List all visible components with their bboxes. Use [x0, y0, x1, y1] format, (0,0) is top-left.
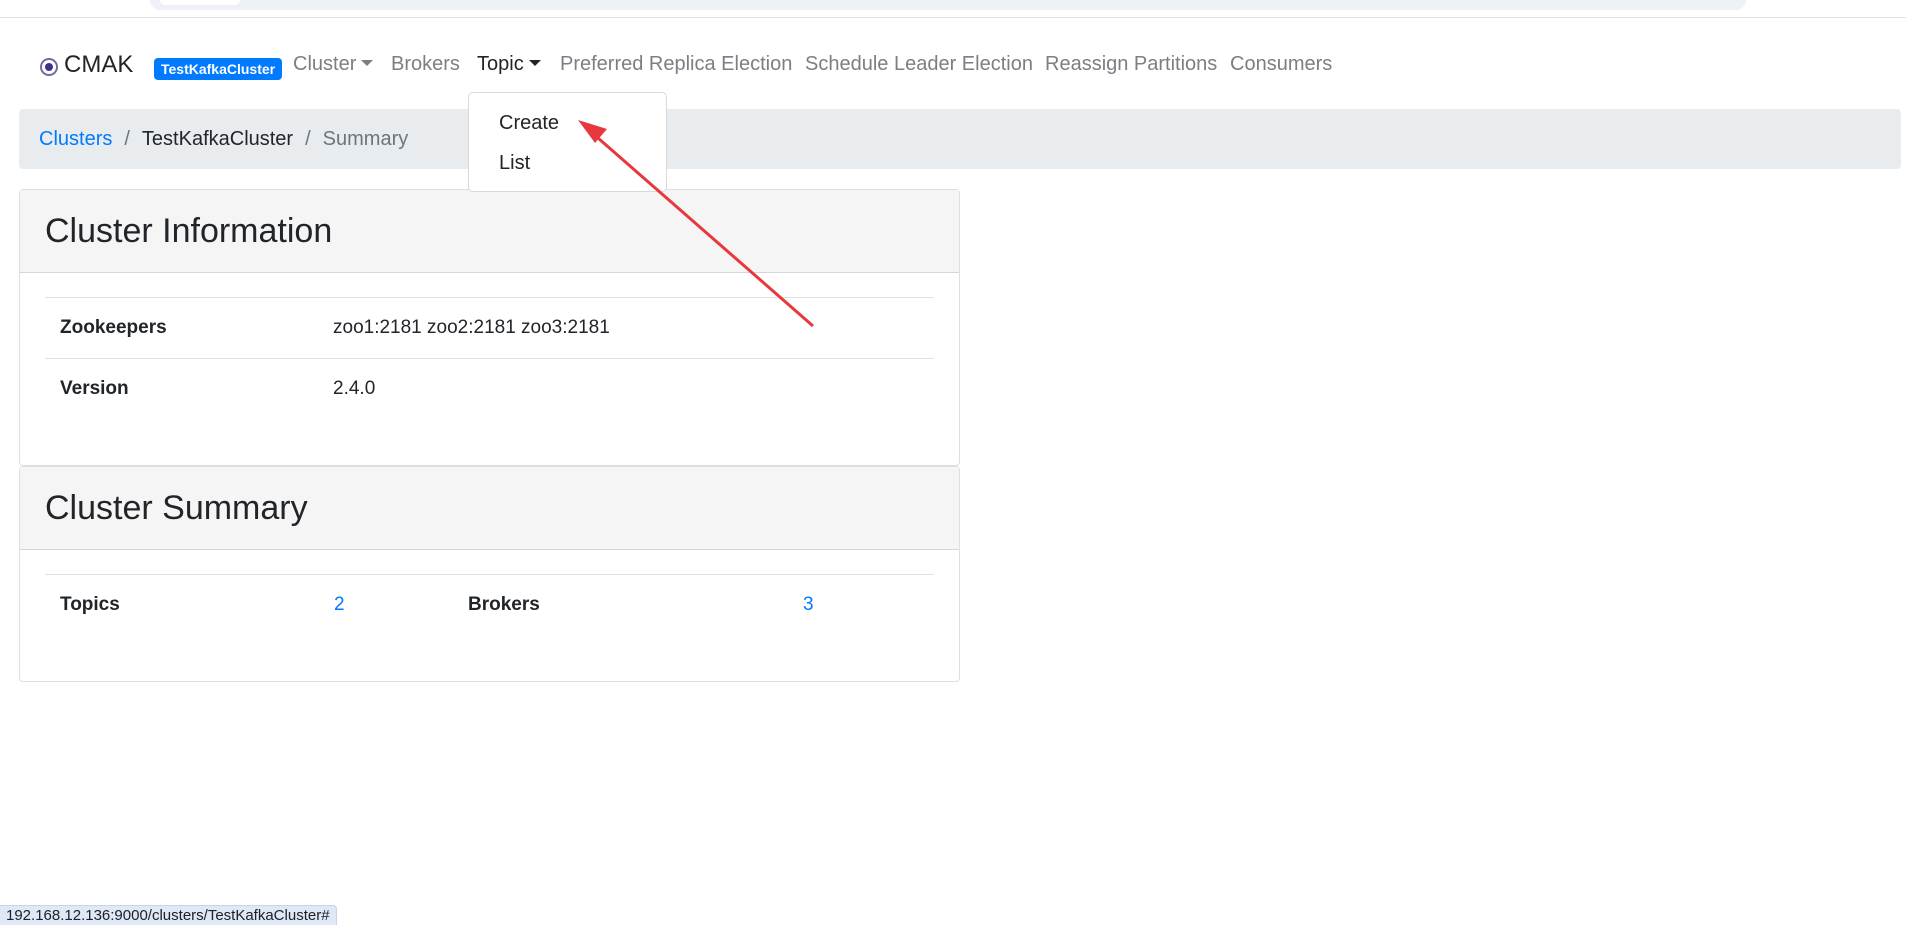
table-row: Zookeepers zoo1:2181 zoo2:2181 zoo3:2181: [45, 297, 934, 358]
nav-preferred-replica-election[interactable]: Preferred Replica Election: [560, 53, 792, 76]
browser-toolbar-strip: [0, 0, 1906, 18]
cmak-logo-icon: [40, 58, 58, 76]
topic-dropdown-menu: Create List: [468, 92, 667, 192]
dropdown-item-create[interactable]: Create: [469, 103, 666, 143]
address-bar[interactable]: [150, 0, 1746, 10]
cluster-information-card: Cluster Information Zookeepers zoo1:2181…: [19, 189, 960, 466]
brand-label: CMAK: [64, 51, 134, 78]
nav-cluster[interactable]: Cluster: [293, 53, 374, 76]
status-bar-url: 192.168.12.136:9000/clusters/TestKafkaCl…: [0, 905, 337, 925]
cluster-badge: TestKafkaCluster: [154, 58, 283, 80]
breadcrumb-current: Summary: [322, 127, 409, 150]
topics-label: Topics: [60, 594, 120, 615]
cluster-information-title: Cluster Information: [20, 190, 959, 273]
breadcrumb-separator: /: [305, 127, 311, 150]
cluster-summary-card: Cluster Summary Topics 2 Brokers 3: [19, 466, 960, 682]
nav-schedule-leader-election[interactable]: Schedule Leader Election: [805, 53, 1033, 76]
version-label: Version: [60, 378, 129, 399]
nav-cluster-label: Cluster: [293, 53, 357, 75]
brand[interactable]: CMAK: [40, 50, 133, 80]
zookeepers-value: zoo1:2181 zoo2:2181 zoo3:2181: [333, 317, 610, 338]
brokers-count-link[interactable]: 3: [803, 594, 814, 616]
breadcrumb: Clusters / TestKafkaCluster / Summary: [19, 109, 1901, 169]
topics-count-link[interactable]: 2: [334, 594, 468, 616]
nav-consumers[interactable]: Consumers: [1230, 53, 1332, 76]
breadcrumb-clusters-link[interactable]: Clusters: [39, 128, 112, 151]
nav-topic-label: Topic: [477, 53, 524, 75]
navbar: CMAK TestKafkaCluster Cluster Brokers To…: [0, 40, 1906, 90]
chevron-down-icon: [528, 60, 541, 66]
nav-reassign-partitions[interactable]: Reassign Partitions: [1045, 53, 1217, 76]
chevron-down-icon: [361, 60, 374, 66]
address-bar-tab: [160, 0, 240, 5]
version-value: 2.4.0: [333, 378, 376, 399]
dropdown-item-list[interactable]: List: [469, 143, 666, 183]
brokers-label: Brokers: [468, 594, 540, 615]
table-row: Topics 2 Brokers 3: [45, 574, 934, 635]
nav-topic[interactable]: Topic: [477, 53, 541, 76]
breadcrumb-cluster: TestKafkaCluster: [141, 127, 294, 150]
cluster-summary-title: Cluster Summary: [20, 467, 959, 550]
table-row: Version 2.4.0: [45, 358, 934, 419]
nav-brokers[interactable]: Brokers: [391, 53, 460, 76]
zookeepers-label: Zookeepers: [60, 317, 167, 338]
breadcrumb-separator: /: [124, 127, 130, 150]
